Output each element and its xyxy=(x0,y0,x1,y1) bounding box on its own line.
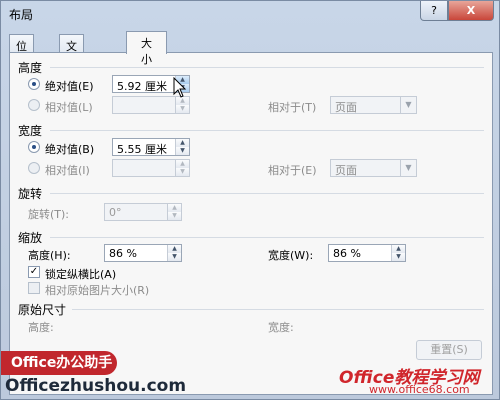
width-relative-to-select[interactable]: 页面 ▼ xyxy=(330,159,417,177)
original-width-label: 宽度: xyxy=(268,321,294,334)
divider xyxy=(50,130,484,131)
width-absolute-input[interactable]: 5.55 厘米 ▲ ▼ xyxy=(112,138,190,156)
divider xyxy=(50,237,484,238)
triangle-down-icon: ▼ xyxy=(167,212,181,220)
relative-original-label: 相对原始图片大小(R) xyxy=(45,284,150,297)
scale-width-label: 宽度(W): xyxy=(268,249,314,262)
watermark-brand-url: www.office68.com xyxy=(369,383,470,396)
height-relative-to-label: 相对于(T) xyxy=(268,101,317,114)
width-relative-label: 相对值(I) xyxy=(45,164,90,177)
triangle-up-icon[interactable]: ▲ xyxy=(167,245,181,253)
height-absolute-radio[interactable] xyxy=(28,78,40,90)
height-relative-to-select[interactable]: 页面 ▼ xyxy=(330,96,417,114)
triangle-down-icon: ▼ xyxy=(175,168,189,176)
dialog-title: 布局 xyxy=(9,8,34,22)
width-section-title: 宽度 xyxy=(18,124,43,138)
divider xyxy=(72,309,484,310)
chevron-down-icon: ▼ xyxy=(400,97,416,113)
rotation-input[interactable]: 0° ▲ ▼ xyxy=(104,203,182,221)
divider xyxy=(50,193,484,194)
height-relative-label: 相对值(L) xyxy=(45,101,93,114)
triangle-up-icon: ▲ xyxy=(175,160,189,168)
scale-height-input[interactable]: 86 % ▲ ▼ xyxy=(104,244,182,262)
height-section-title: 高度 xyxy=(18,61,43,75)
relative-original-checkbox[interactable] xyxy=(28,282,40,294)
width-absolute-radio[interactable] xyxy=(28,141,40,153)
width-relative-radio[interactable] xyxy=(28,162,40,174)
layout-dialog: 布局 ? X 位置 文字环绕 大小 高度 绝对值(E) 5.92 厘米 ▲▼ 相… xyxy=(0,0,500,400)
close-button[interactable]: X xyxy=(448,1,494,21)
rotation-label: 旋转(T): xyxy=(28,208,70,221)
scale-height-label: 高度(H): xyxy=(28,249,71,262)
height-relative-radio[interactable] xyxy=(28,99,40,111)
watermark-brand: Office教程学习网 www.office68.com xyxy=(339,363,497,397)
original-height-label: 高度: xyxy=(28,321,54,334)
help-button[interactable]: ? xyxy=(420,1,448,21)
width-relative-to-label: 相对于(E) xyxy=(268,164,317,177)
tab-position[interactable]: 位置 xyxy=(9,34,34,69)
reset-button[interactable]: 重置(S) xyxy=(416,340,482,360)
tab-size[interactable]: 大小 xyxy=(126,31,167,66)
triangle-down-icon: ▼ xyxy=(175,105,189,113)
width-absolute-label: 绝对值(B) xyxy=(45,143,95,156)
chevron-down-icon: ▼ xyxy=(400,160,416,176)
scale-section-title: 缩放 xyxy=(18,231,43,245)
height-absolute-label: 绝对值(E) xyxy=(45,80,94,93)
watermark-badge: Office办公助手 xyxy=(1,351,117,375)
triangle-down-icon[interactable]: ▼ xyxy=(167,253,181,261)
triangle-up-icon[interactable]: ▲ xyxy=(391,245,405,253)
triangle-down-icon[interactable]: ▼ xyxy=(175,147,189,155)
original-size-section-title: 原始尺寸 xyxy=(18,303,67,317)
mouse-pointer-icon xyxy=(173,77,187,98)
triangle-down-icon[interactable]: ▼ xyxy=(391,253,405,261)
triangle-up-icon: ▲ xyxy=(167,204,181,212)
rotate-section-title: 旋转 xyxy=(18,187,43,201)
triangle-up-icon[interactable]: ▲ xyxy=(175,139,189,147)
tab-text-wrapping[interactable]: 文字环绕 xyxy=(59,34,84,101)
lock-aspect-checkbox[interactable]: ✓ xyxy=(28,266,40,278)
divider xyxy=(50,67,484,68)
title-bar: 布局 ? X xyxy=(1,1,500,27)
scale-width-input[interactable]: 86 % ▲ ▼ xyxy=(328,244,406,262)
width-relative-input[interactable]: ▲ ▼ xyxy=(112,159,190,177)
watermark-site: Officezhushou.com xyxy=(5,376,187,396)
lock-aspect-label: 锁定纵横比(A) xyxy=(45,268,117,281)
